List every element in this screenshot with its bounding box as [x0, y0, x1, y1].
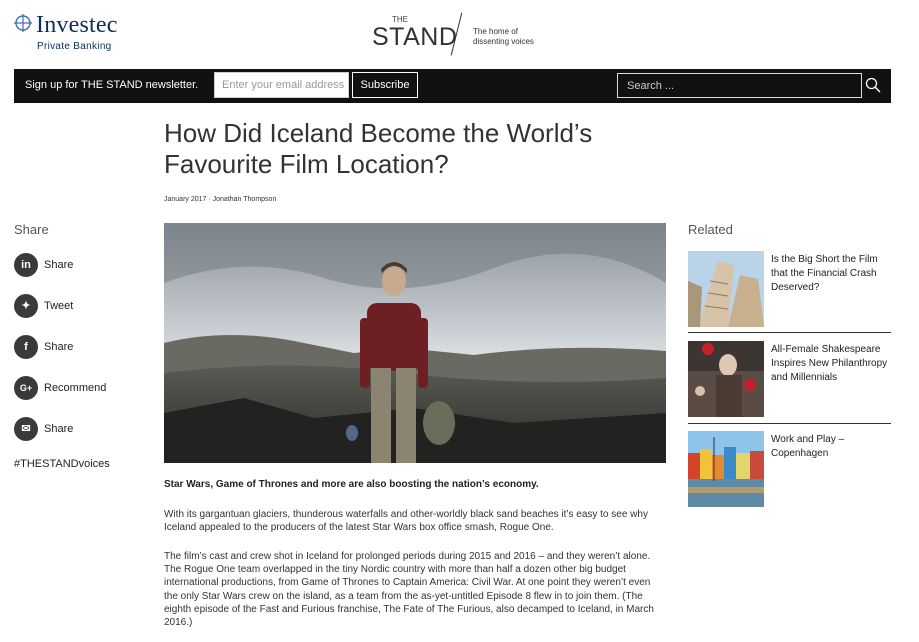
share-label: Share	[44, 423, 74, 435]
related-title: All-Female Shakespeare Inspires New Phil…	[771, 344, 888, 383]
related-heading: Related	[688, 222, 733, 237]
search-icon[interactable]	[865, 77, 881, 93]
share-label: Share	[44, 341, 74, 353]
newsletter-bar: Sign up for THE STAND newsletter. Subscr…	[14, 69, 891, 103]
related-item[interactable]: Work and Play – Copenhagen	[688, 431, 891, 509]
share-label: Tweet	[44, 300, 74, 312]
related-thumbnail	[688, 251, 764, 327]
article-title: How Did Iceland Become the World’s Favou…	[164, 118, 593, 179]
related-item[interactable]: All-Female Shakespeare Inspires New Phil…	[688, 341, 891, 419]
brand-name: Investec	[36, 12, 118, 38]
newsletter-label: Sign up for THE STAND newsletter.	[25, 79, 199, 91]
brand-subtitle: Private Banking	[37, 41, 112, 52]
related-divider	[688, 423, 891, 424]
search-input[interactable]	[617, 73, 862, 98]
article-paragraph: The film’s cast and crew shot in Iceland…	[164, 551, 654, 629]
share-google-plus-button[interactable]: G+ Recommend	[14, 376, 124, 400]
google-plus-icon: G+	[14, 376, 38, 400]
hashtag-link[interactable]: #THESTANDvoices	[14, 458, 110, 470]
share-label: Recommend	[44, 382, 107, 394]
related-thumbnail	[688, 341, 764, 417]
the-stand-logo[interactable]: THE STAND The home of dissenting voices	[372, 10, 542, 56]
article-byline: January 2017 · Jonathan Thompson	[164, 196, 277, 203]
article-paragraph: With its gargantuan glaciers, thunderous…	[164, 509, 648, 534]
related-title: Is the Big Short the Film that the Finan…	[771, 254, 878, 293]
email-icon: ✉	[14, 417, 38, 441]
hero-image	[164, 223, 666, 463]
share-email-button[interactable]: ✉ Share	[14, 417, 124, 441]
investec-logo[interactable]: Investec Private Banking	[14, 12, 144, 54]
share-twitter-button[interactable]: ✦ Tweet	[14, 294, 124, 318]
facebook-icon: f	[14, 335, 38, 359]
article-lead: Star Wars, Game of Thrones and more are …	[164, 479, 539, 490]
related-title: Work and Play – Copenhagen	[771, 434, 845, 459]
related-item[interactable]: Is the Big Short the Film that the Finan…	[688, 251, 891, 329]
linkedin-icon: in	[14, 253, 38, 277]
related-divider	[688, 332, 891, 333]
stand-name: STAND	[372, 23, 458, 51]
twitter-icon: ✦	[14, 294, 38, 318]
share-linkedin-button[interactable]: in Share	[14, 253, 124, 277]
related-thumbnail	[688, 431, 764, 507]
email-input[interactable]	[214, 72, 349, 98]
share-heading: Share	[14, 222, 49, 237]
stand-tagline: The home of dissenting voices	[473, 27, 534, 46]
share-label: Share	[44, 259, 74, 271]
subscribe-button[interactable]: Subscribe	[352, 72, 418, 98]
investec-zebra-icon	[14, 14, 32, 32]
share-facebook-button[interactable]: f Share	[14, 335, 124, 359]
